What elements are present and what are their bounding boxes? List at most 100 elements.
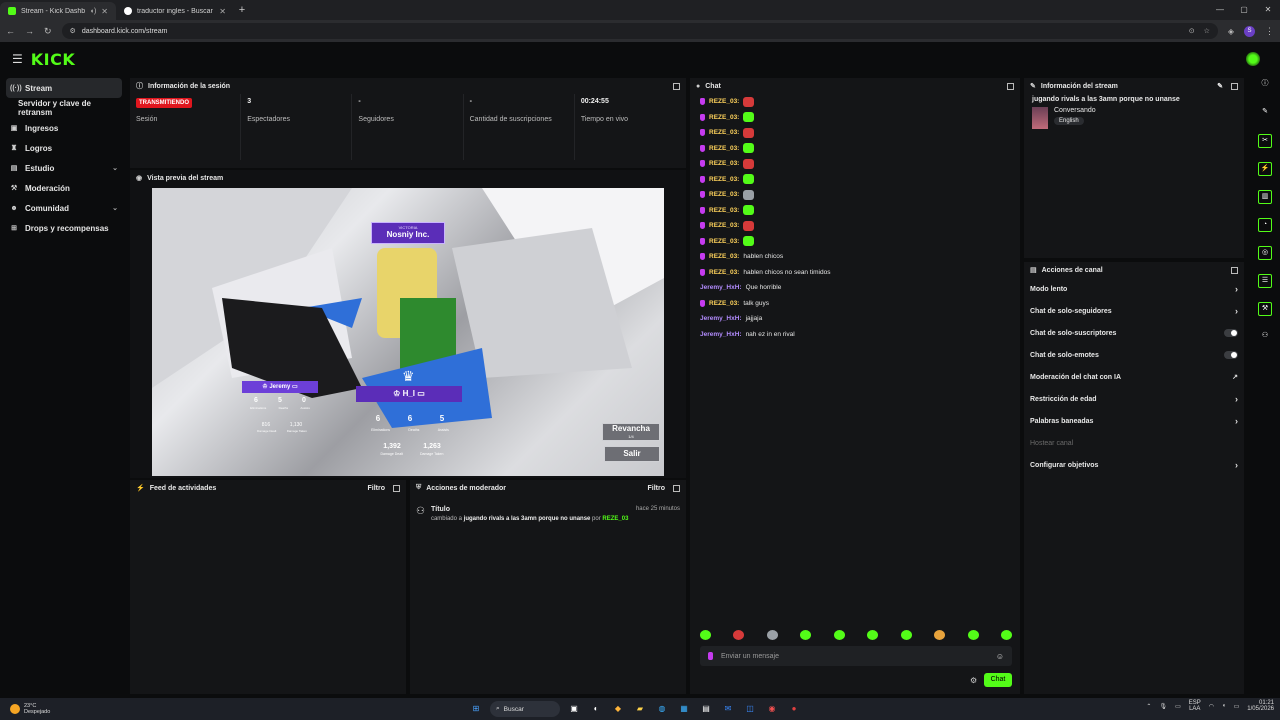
- browser-tab-kick[interactable]: Stream - Kick Dashboard ◖) ✕: [0, 2, 116, 20]
- popout-icon[interactable]: [1231, 266, 1238, 274]
- kick-logo[interactable]: KICK: [31, 50, 76, 69]
- chat-username[interactable]: Jeremy_HxH:: [700, 331, 742, 338]
- language-indicator[interactable]: ESP LAA: [1189, 700, 1201, 712]
- edit-pencil-icon[interactable]: ✎: [1217, 82, 1223, 90]
- channel-action-row[interactable]: Restricción de edad ›: [1024, 388, 1244, 410]
- chat-input[interactable]: Enviar un mensaje ☺: [700, 646, 1012, 666]
- chat-username[interactable]: REZE_03:: [709, 145, 739, 152]
- chat-username[interactable]: REZE_03:: [709, 222, 739, 229]
- sidebar-item-stream[interactable]: ((·)) Stream: [6, 78, 122, 98]
- tools-icon[interactable]: ⚒: [1258, 302, 1272, 316]
- clock[interactable]: 01:21 1/05/2026: [1247, 700, 1274, 712]
- toggle-switch[interactable]: [1224, 329, 1238, 337]
- popout-icon[interactable]: [1231, 82, 1238, 90]
- emote-icon[interactable]: [1000, 630, 1012, 640]
- chat-username[interactable]: REZE_03:: [709, 191, 739, 198]
- info-icon[interactable]: ⓘ: [1258, 78, 1272, 92]
- entry-user[interactable]: REZE_03: [602, 516, 628, 522]
- speaker-icon[interactable]: ◖): [90, 8, 97, 15]
- chat-username[interactable]: REZE_03:: [709, 253, 739, 260]
- chat-username[interactable]: Jeremy_HxH:: [700, 315, 742, 322]
- weather-widget[interactable]: 23°C Despejado: [0, 703, 120, 715]
- settings-gear-icon[interactable]: ⚙: [970, 676, 977, 685]
- channel-action-row[interactable]: Moderación del chat con IA ↗: [1024, 366, 1244, 388]
- reload-icon[interactable]: ↻: [44, 26, 52, 37]
- popout-icon[interactable]: [1007, 82, 1014, 90]
- chat-username[interactable]: REZE_03:: [709, 300, 739, 307]
- channel-action-row[interactable]: Chat de solo-suscriptores: [1024, 322, 1244, 344]
- broadcast-icon[interactable]: ◎: [1258, 246, 1272, 260]
- app-icon[interactable]: ◐: [588, 701, 604, 717]
- close-window-icon[interactable]: ✕: [1256, 0, 1280, 20]
- sidebar-item-studio[interactable]: ▤ Estudio ⌄: [0, 158, 128, 178]
- chat-icon[interactable]: ◔: [1258, 218, 1272, 232]
- channel-actions-icon[interactable]: ☰: [1258, 274, 1272, 288]
- emote-icon[interactable]: [700, 630, 711, 640]
- extensions-icon[interactable]: ◈: [1228, 27, 1234, 36]
- new-tab-icon[interactable]: +: [234, 4, 250, 16]
- sidebar-item-server-key[interactable]: Servidor y clave de retransm: [0, 98, 128, 118]
- chevron-up-icon[interactable]: ⌃: [1146, 703, 1151, 710]
- browser-tab-search[interactable]: traductor ingles - Buscar con G ✕: [116, 2, 234, 20]
- bookmark-star-icon[interactable]: ☆: [1204, 27, 1210, 35]
- toggle-switch[interactable]: [1224, 351, 1238, 359]
- emote-icon[interactable]: [733, 630, 745, 640]
- network-icon[interactable]: ▭: [1175, 703, 1181, 710]
- chrome-icon[interactable]: ◉: [764, 701, 780, 717]
- channel-action-row[interactable]: Chat de solo-seguidores ›: [1024, 300, 1244, 322]
- popout-icon[interactable]: [393, 484, 400, 492]
- minimize-icon[interactable]: —: [1208, 0, 1232, 20]
- wifi-icon[interactable]: ◠: [1209, 703, 1214, 710]
- rematch-button[interactable]: Revancha 1/4: [602, 423, 660, 441]
- chat-username[interactable]: REZE_03:: [709, 269, 739, 276]
- close-tab-icon[interactable]: ✕: [101, 7, 108, 16]
- emote-icon[interactable]: [867, 630, 879, 640]
- photos-icon[interactable]: ◆: [610, 701, 626, 717]
- emote-icon[interactable]: [833, 630, 845, 640]
- chat-username[interactable]: REZE_03:: [709, 160, 739, 167]
- volume-icon[interactable]: ◖: [1222, 703, 1226, 709]
- channel-action-row[interactable]: Palabras baneadas ›: [1024, 410, 1244, 432]
- emote-icon[interactable]: [967, 630, 979, 640]
- user-avatar[interactable]: [1246, 52, 1260, 66]
- sidebar-item-drops[interactable]: ⊞ Drops y recompensas: [0, 218, 128, 238]
- exit-button[interactable]: Salir: [604, 446, 660, 462]
- vscode-icon[interactable]: ◫: [742, 701, 758, 717]
- filter-button[interactable]: Filtro: [368, 485, 386, 492]
- channel-action-row[interactable]: Configurar objetivos ›: [1024, 454, 1244, 476]
- chat-username[interactable]: REZE_03:: [709, 114, 739, 121]
- channel-action-row[interactable]: Modo lento ›: [1024, 278, 1244, 300]
- emoji-icon[interactable]: ☺: [996, 652, 1004, 661]
- popout-icon[interactable]: [673, 82, 680, 90]
- chat-username[interactable]: Jeremy_HxH:: [700, 284, 742, 291]
- emote-icon[interactable]: [900, 630, 912, 640]
- sidebar-item-revenue[interactable]: ▣ Ingresos: [0, 118, 128, 138]
- chat-username[interactable]: REZE_03:: [709, 176, 739, 183]
- back-icon[interactable]: ←: [6, 26, 15, 36]
- emote-icon[interactable]: [934, 630, 946, 640]
- sidebar-item-community[interactable]: ☻ Comunidad ⌄: [0, 198, 128, 218]
- task-view-icon[interactable]: ▣: [566, 701, 582, 717]
- windows-start-icon[interactable]: ⊞: [468, 701, 484, 717]
- card-icon[interactable]: ▥: [1258, 190, 1272, 204]
- sidebar-item-achievements[interactable]: ♜ Logros: [0, 138, 128, 158]
- store-icon[interactable]: ▦: [676, 701, 692, 717]
- clip-icon[interactable]: ✂: [1258, 134, 1272, 148]
- mic-icon[interactable]: 🎙: [1159, 703, 1167, 710]
- hamburger-menu-icon[interactable]: ☰: [12, 52, 23, 66]
- address-bar[interactable]: ⚙ dashboard.kick.com/stream ⊙ ☆: [61, 23, 1218, 39]
- popout-icon[interactable]: [673, 484, 680, 492]
- mail-icon[interactable]: ✉: [720, 701, 736, 717]
- chat-username[interactable]: REZE_03:: [709, 98, 739, 105]
- taskbar-search[interactable]: ⌕ Buscar: [490, 701, 560, 717]
- forward-icon[interactable]: →: [25, 26, 34, 36]
- terminal-icon[interactable]: ▤: [698, 701, 714, 717]
- lightning-icon[interactable]: ⚡: [1258, 162, 1272, 176]
- filter-button[interactable]: Filtro: [648, 485, 666, 492]
- send-chat-button[interactable]: Chat: [984, 673, 1012, 687]
- recorder-icon[interactable]: ●: [786, 701, 802, 717]
- menu-dots-icon[interactable]: ⋮: [1265, 26, 1274, 37]
- cast-icon[interactable]: ⊙: [1189, 27, 1195, 35]
- stream-preview-video[interactable]: VICTORIA Nosniy Inc. ♔ Jeremy ▭ 650 Elim…: [152, 188, 664, 476]
- emote-icon[interactable]: [766, 630, 778, 640]
